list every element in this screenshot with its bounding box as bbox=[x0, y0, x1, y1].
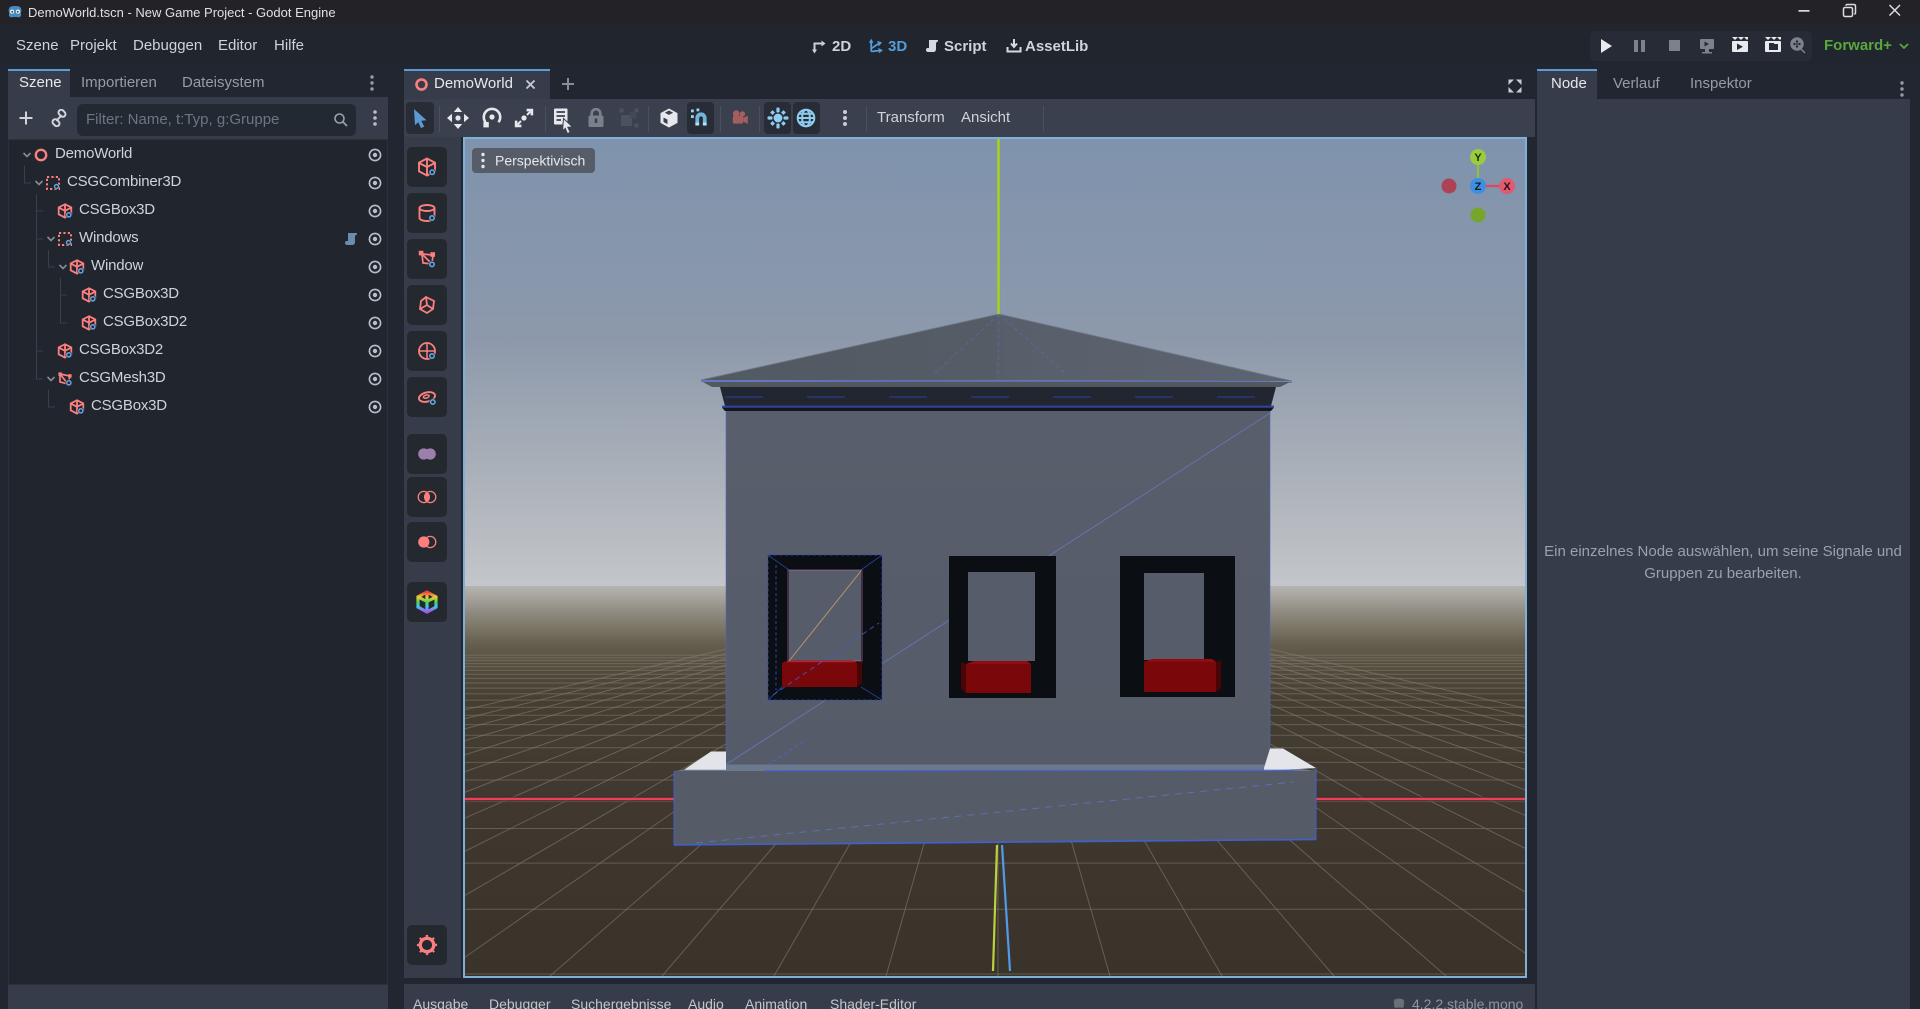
svg-text:Z: Z bbox=[1475, 181, 1482, 193]
svg-text:Perspektivisch: Perspektivisch bbox=[495, 153, 585, 169]
svg-text:Y: Y bbox=[1474, 152, 1482, 164]
svg-text:X: X bbox=[1503, 181, 1511, 193]
